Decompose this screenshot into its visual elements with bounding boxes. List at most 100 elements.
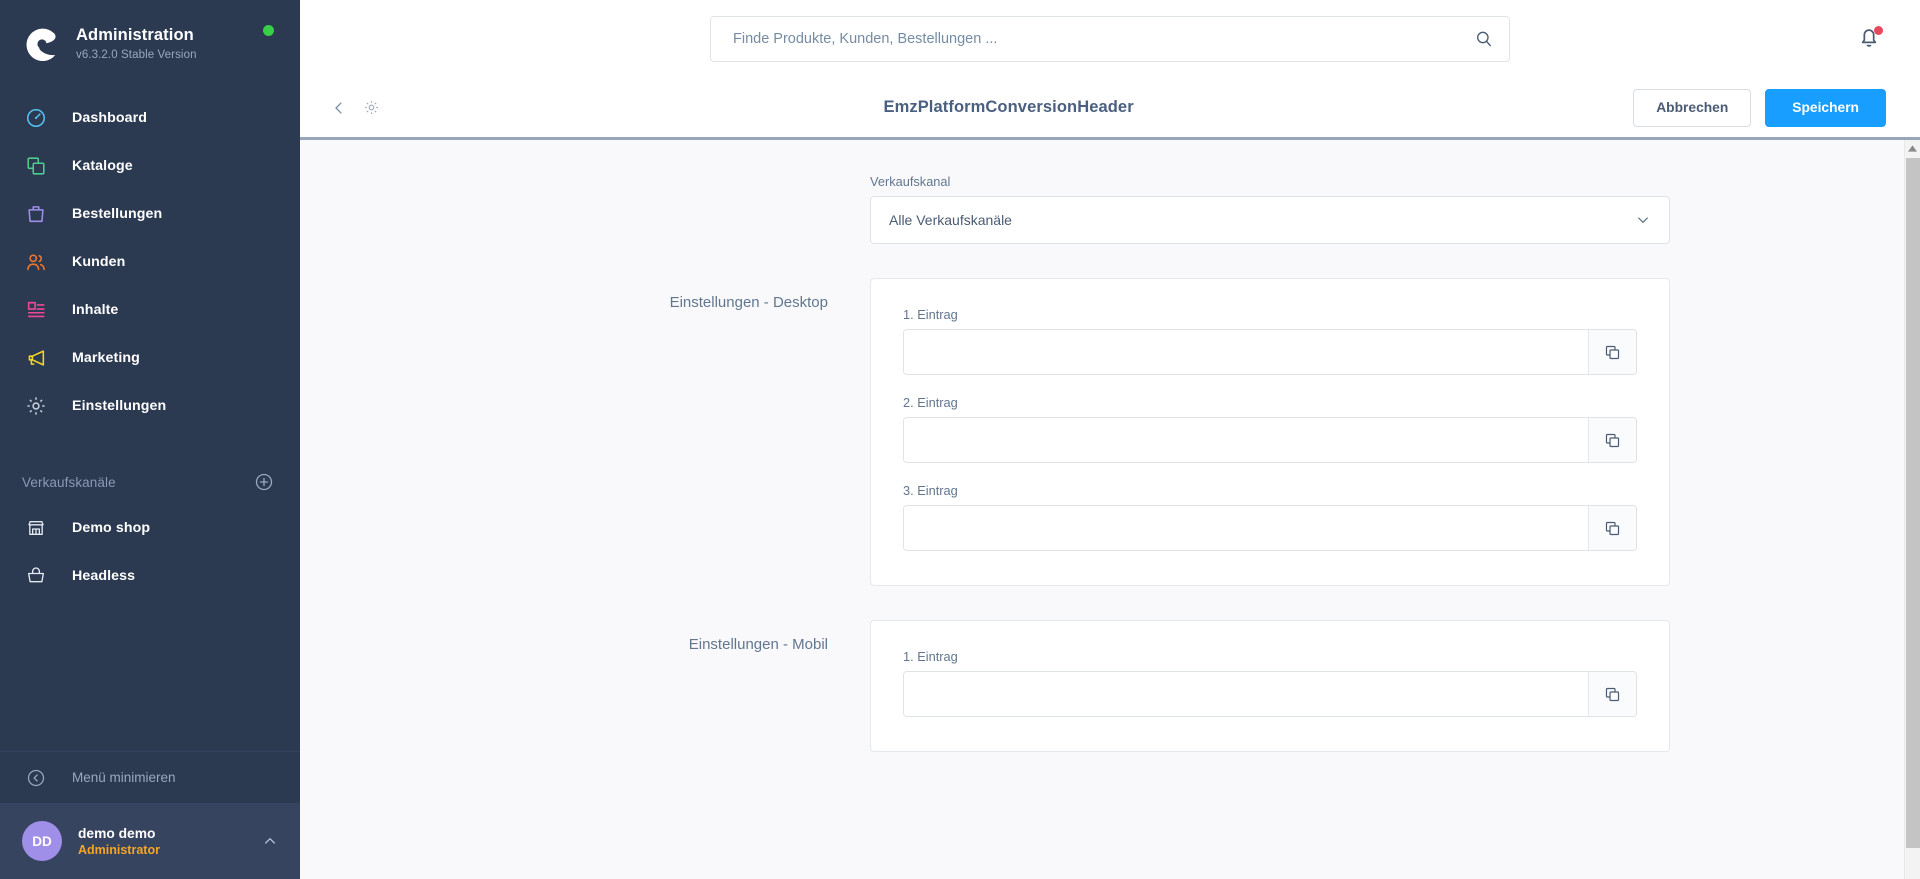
- sales-channels-section-header: Verkaufskanäle: [0, 460, 300, 504]
- shopware-logo-icon: [22, 24, 62, 64]
- entry-label: 3. Eintrag: [903, 483, 958, 498]
- search-icon[interactable]: [1474, 29, 1494, 49]
- sidebar-item-label: Demo shop: [72, 520, 151, 536]
- sidebar-version-label: v6.3.2.0 Stable Version: [76, 48, 197, 61]
- dashboard-icon: [22, 104, 50, 132]
- chevron-down-icon: [1635, 212, 1651, 228]
- notification-badge: [1874, 26, 1883, 35]
- sidebar-item-label: Inhalte: [72, 302, 119, 318]
- sidebar-item-label: Bestellungen: [72, 206, 163, 222]
- online-status-dot: [263, 25, 274, 36]
- copy-icon[interactable]: [1588, 330, 1636, 374]
- notifications-button[interactable]: [1856, 24, 1886, 54]
- entry-input[interactable]: [904, 672, 1588, 716]
- chevron-up-icon[interactable]: [262, 833, 278, 849]
- topbar: [300, 0, 1920, 78]
- entry-input[interactable]: [904, 418, 1588, 462]
- gear-icon[interactable]: [358, 95, 384, 121]
- chevron-left-icon[interactable]: [326, 95, 352, 121]
- user-info: demo demo Administrator: [78, 826, 262, 857]
- sidebar-item-label: Headless: [72, 568, 136, 584]
- sales-channel-row-spacer: [510, 174, 870, 244]
- user-role: Administrator: [78, 842, 160, 857]
- entry-label: 2. Eintrag: [903, 395, 958, 410]
- catalog-icon: [22, 152, 50, 180]
- section-mobil-title: Einstellungen - Mobil: [688, 636, 828, 653]
- sales-channels-title: Verkaufskanäle: [22, 474, 116, 490]
- scrollbar-thumb[interactable]: [1906, 158, 1920, 848]
- sidebar-item-dashboard[interactable]: Dashboard: [0, 94, 300, 142]
- sidebar-item-demo-shop[interactable]: Demo shop: [0, 504, 300, 552]
- megaphone-icon: [22, 344, 50, 372]
- vertical-scrollbar[interactable]: [1904, 140, 1920, 879]
- customers-icon: [22, 248, 50, 276]
- section-desktop-card-wrap: 1. Eintrag 2. Eintrag 3. Eintrag: [870, 278, 1670, 586]
- sidebar-item-headless[interactable]: Headless: [0, 552, 300, 600]
- card: 1. Eintrag: [870, 620, 1670, 752]
- sidebar-item-inhalte[interactable]: Inhalte: [0, 286, 300, 334]
- section-mobil: Einstellungen - Mobil 1. Eintrag: [510, 620, 1710, 752]
- sidebar-item-label: Kunden: [72, 254, 126, 270]
- sidebar-item-label: Marketing: [72, 350, 140, 366]
- cancel-button[interactable]: Abbrechen: [1633, 88, 1752, 127]
- storefront-icon: [22, 514, 50, 542]
- settings-form: Verkaufskanal Alle Verkaufskanäle Einste…: [300, 140, 1920, 879]
- minimize-menu-label: Menü minimieren: [72, 770, 176, 785]
- page-header: EmzPlatformConversionHeader Abbrechen Sp…: [300, 78, 1920, 140]
- basket-icon: [22, 562, 50, 590]
- sidebar-brand[interactable]: Administration v6.3.2.0 Stable Version: [0, 0, 300, 86]
- content-scroll-area: Verkaufskanal Alle Verkaufskanäle Einste…: [300, 140, 1920, 879]
- sidebar-item-label: Einstellungen: [72, 398, 167, 414]
- sales-channel-select[interactable]: Alle Verkaufskanäle: [870, 196, 1670, 244]
- sidebar-item-label: Kataloge: [72, 158, 133, 174]
- sidebar-item-kataloge[interactable]: Kataloge: [0, 142, 300, 190]
- entry-input[interactable]: [904, 506, 1588, 550]
- global-search: [710, 16, 1510, 62]
- page-header-actions: Abbrechen Speichern: [1633, 88, 1886, 127]
- copy-icon[interactable]: [1588, 506, 1636, 550]
- card: 1. Eintrag: [870, 278, 1670, 586]
- plus-circle-icon[interactable]: [254, 472, 274, 492]
- sidebar-item-marketing[interactable]: Marketing: [0, 334, 300, 382]
- entry-label: 1. Eintrag: [903, 307, 958, 322]
- sidebar: Administration v6.3.2.0 Stable Version D…: [0, 0, 300, 879]
- entry-input-group: [903, 329, 1637, 375]
- sidebar-main-nav: Dashboard Kataloge Bestellungen Kunden I…: [0, 86, 300, 430]
- save-button[interactable]: Speichern: [1765, 88, 1886, 127]
- sidebar-item-kunden[interactable]: Kunden: [0, 238, 300, 286]
- entry-label: 1. Eintrag: [903, 649, 958, 664]
- entry-row: 2. Eintrag: [903, 395, 1637, 463]
- entry-input-group: [903, 671, 1637, 717]
- entry-input-group: [903, 417, 1637, 463]
- caret-up-icon[interactable]: [1905, 140, 1920, 156]
- gear-icon: [22, 392, 50, 420]
- copy-icon[interactable]: [1588, 418, 1636, 462]
- main-area: EmzPlatformConversionHeader Abbrechen Sp…: [300, 0, 1920, 879]
- entry-row: 3. Eintrag: [903, 483, 1637, 551]
- avatar: DD: [22, 821, 62, 861]
- sidebar-item-einstellungen[interactable]: Einstellungen: [0, 382, 300, 430]
- chevron-left-circle-icon: [22, 764, 50, 792]
- entry-input[interactable]: [904, 330, 1588, 374]
- sidebar-brand-title: Administration: [76, 26, 194, 44]
- section-mobil-card-wrap: 1. Eintrag: [870, 620, 1670, 752]
- orders-bag-icon: [22, 200, 50, 228]
- sales-channel-row: Verkaufskanal Alle Verkaufskanäle: [510, 174, 1710, 244]
- minimize-menu-button[interactable]: Menü minimieren: [0, 751, 300, 803]
- user-menu[interactable]: DD demo demo Administrator: [0, 803, 300, 879]
- section-desktop: Einstellungen - Desktop 1. Eintrag 2. Ei…: [510, 278, 1710, 586]
- copy-icon[interactable]: [1588, 672, 1636, 716]
- sales-channel-label: Verkaufskanal: [870, 174, 951, 189]
- sales-channel-field: Verkaufskanal Alle Verkaufskanäle: [870, 174, 1670, 244]
- entry-row: 1. Eintrag: [903, 307, 1637, 375]
- entry-input-group: [903, 505, 1637, 551]
- entry-row: 1. Eintrag: [903, 649, 1637, 717]
- sidebar-item-label: Dashboard: [72, 110, 148, 126]
- sales-channel-value: Alle Verkaufskanäle: [889, 212, 1012, 228]
- content-icon: [22, 296, 50, 324]
- search-input[interactable]: [710, 16, 1510, 62]
- sidebar-item-bestellungen[interactable]: Bestellungen: [0, 190, 300, 238]
- page-title: EmzPlatformConversionHeader: [883, 98, 1134, 116]
- section-desktop-title: Einstellungen - Desktop: [669, 294, 828, 311]
